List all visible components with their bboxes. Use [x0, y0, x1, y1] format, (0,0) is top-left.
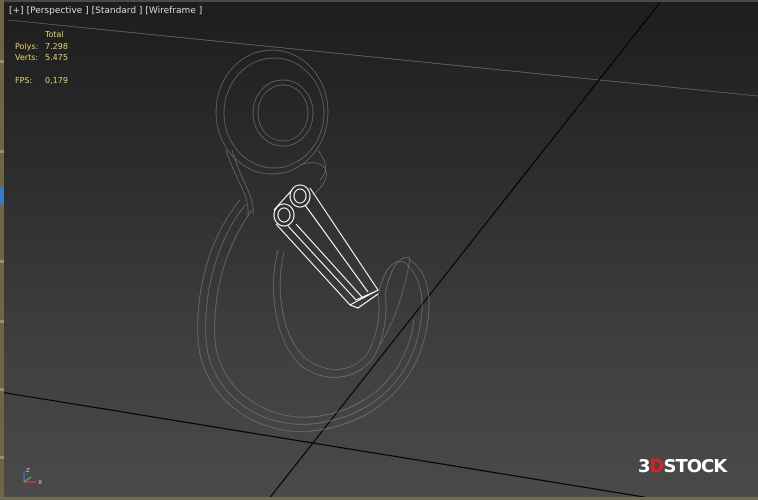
scene-canvas[interactable]: [0, 0, 758, 500]
viewport-frame-left: [0, 0, 4, 500]
grid-line: [7, 19, 758, 97]
active-viewport-marker: [0, 187, 4, 205]
stats-header: Total: [45, 30, 64, 39]
safety-latch-wireframe[interactable]: [273, 184, 379, 309]
axis-label-z: z: [26, 466, 30, 474]
verts-label: Verts:: [15, 53, 39, 62]
logo-part-stock: STOCK: [663, 456, 727, 477]
frame-tick: [0, 388, 4, 391]
viewport-menu-plus[interactable]: [+]: [9, 6, 24, 16]
watermark-logo: 3DSTOCK: [638, 456, 727, 477]
polys-value: 7.298: [45, 41, 68, 51]
grid-line: [0, 391, 645, 498]
frame-tick: [0, 456, 4, 459]
3d-viewport[interactable]: [+] [Perspective ] [Standard ] [Wireframe ]…: [0, 0, 758, 500]
hook-body-wireframe[interactable]: [197, 49, 430, 432]
fps-label: FPS:: [15, 76, 33, 85]
viewport-menu-perspective[interactable]: [Perspective ]: [27, 6, 89, 16]
axis-label-x: x: [38, 478, 43, 486]
viewport-frame-top: [0, 0, 758, 2]
viewport-menu-shading[interactable]: [Standard ]: [92, 6, 143, 16]
logo-part-3: 3: [638, 456, 650, 477]
logo-part-d: D: [649, 456, 665, 477]
frame-tick: [0, 260, 4, 263]
viewport-label-menu[interactable]: [+] [Perspective ] [Standard ] [Wireframe ]: [9, 6, 205, 16]
polys-label: Polys:: [15, 41, 39, 51]
frame-tick: [0, 60, 4, 63]
axis-tripod-icon: z x: [18, 466, 50, 492]
grid-line: [267, 0, 663, 500]
fps-value: 0,179: [45, 76, 68, 85]
viewport-menu-render-mode[interactable]: [Wireframe ]: [145, 6, 202, 16]
frame-tick: [0, 320, 4, 323]
verts-value: 5.475: [45, 53, 68, 62]
frame-tick: [0, 150, 4, 153]
